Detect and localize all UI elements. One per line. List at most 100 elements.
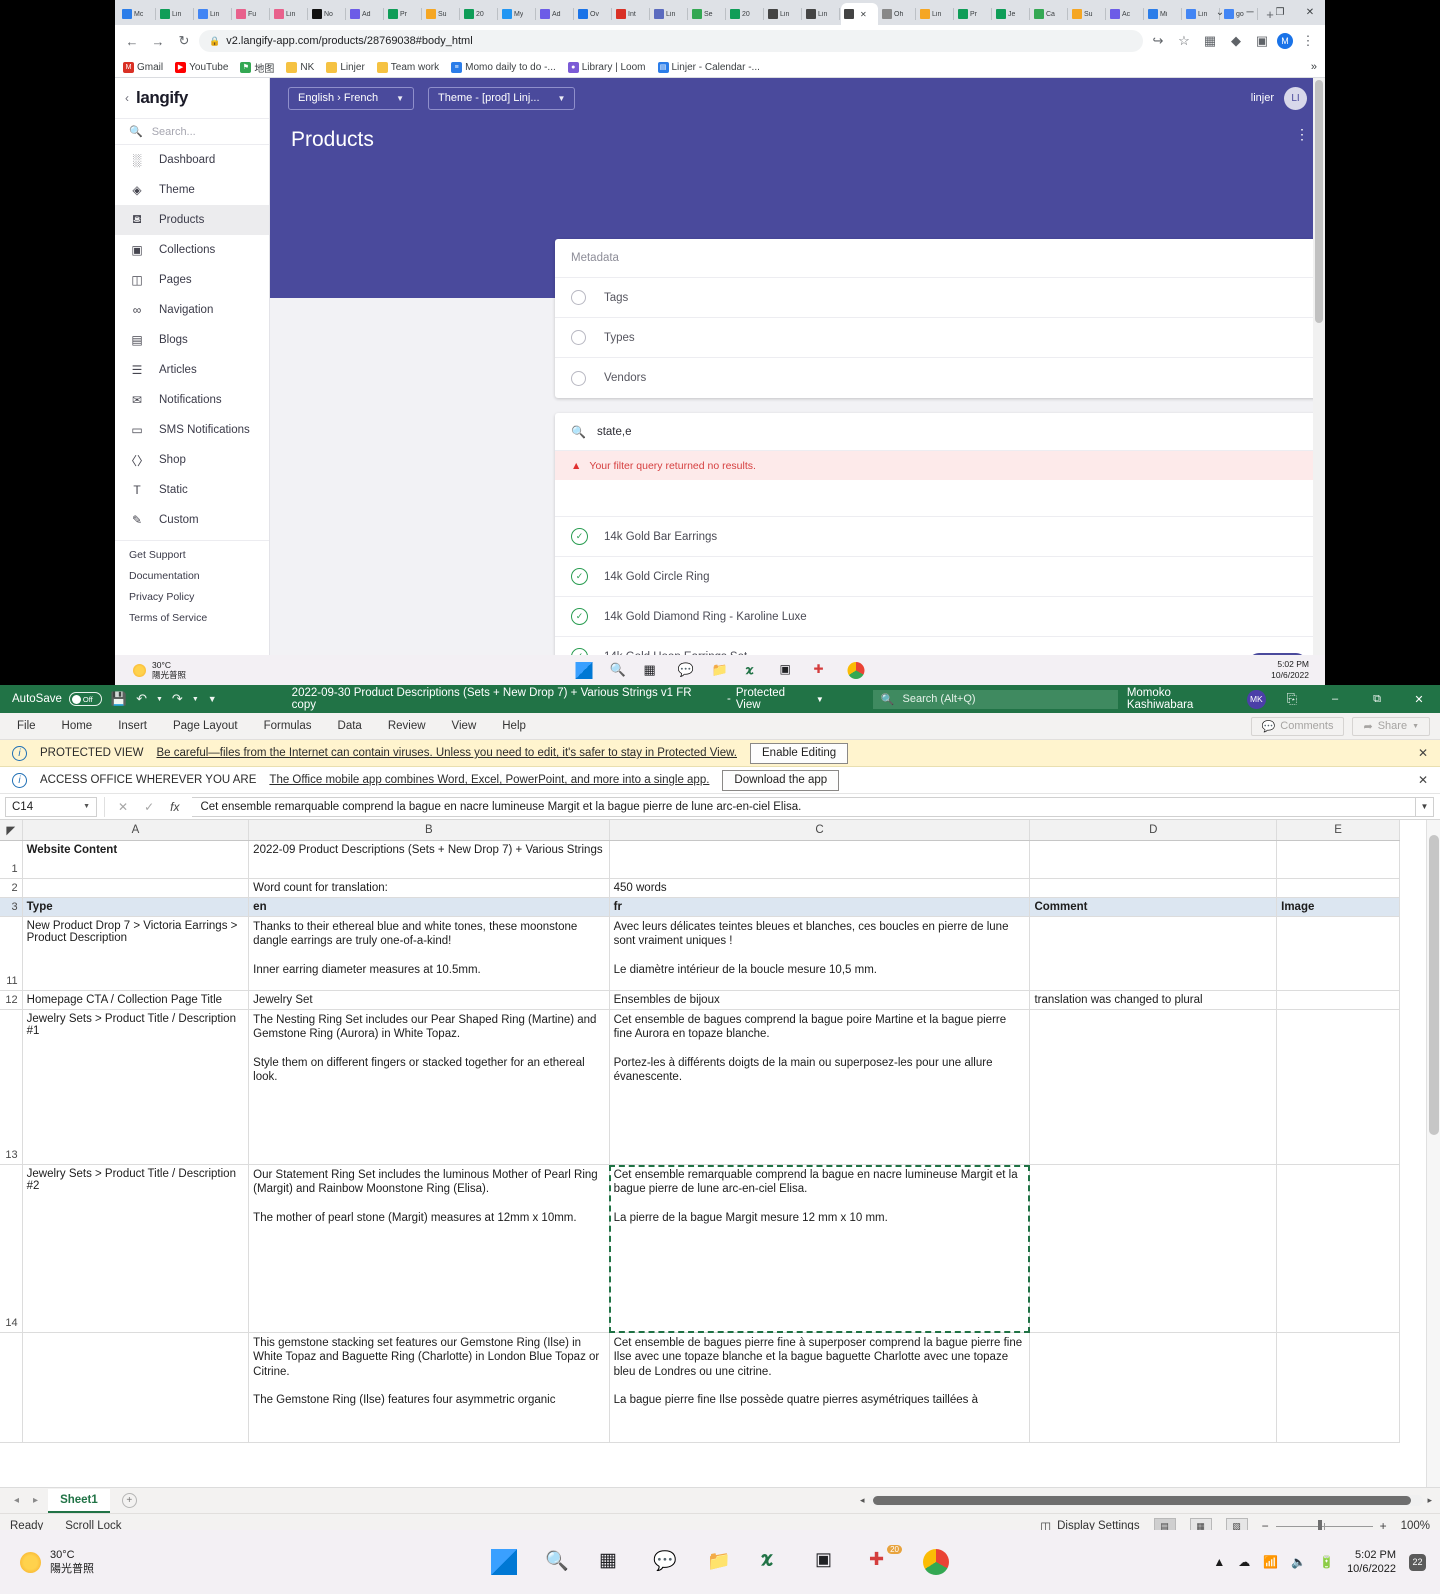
bookmark-item[interactable]: Linjer bbox=[326, 61, 365, 73]
browser-tab[interactable]: Lin bbox=[157, 3, 194, 25]
formula-input[interactable]: Cet ensemble remarquable comprend la bag… bbox=[192, 796, 1416, 817]
extension-puzzle-icon[interactable]: ▦ bbox=[1199, 30, 1221, 52]
cell-D[interactable] bbox=[1029, 1332, 1278, 1443]
protected-view-status[interactable]: - Protected View ▼ bbox=[727, 687, 824, 711]
previous-sheet-icon[interactable]: ◂ bbox=[10, 1495, 23, 1506]
horizontal-scrollbar-track[interactable] bbox=[868, 1495, 1424, 1506]
cell-B12[interactable]: Jewelry Set bbox=[248, 990, 610, 1010]
bookmark-item[interactable]: ≡ Momo daily to do -... bbox=[451, 61, 556, 73]
browser-minimize-button[interactable]: ─ bbox=[1235, 0, 1265, 25]
browser-tab-list-icon[interactable]: ⌄ bbox=[1205, 0, 1235, 25]
undo-icon[interactable]: ↶ bbox=[136, 691, 147, 707]
browser-tab[interactable]: Su bbox=[1069, 3, 1106, 25]
cell-D3[interactable]: Comment bbox=[1029, 897, 1278, 917]
excel-account[interactable]: Momoko Kashiwabara MK bbox=[1127, 687, 1270, 711]
back-icon[interactable]: ← bbox=[121, 30, 143, 52]
app-icon[interactable]: ✚ bbox=[814, 662, 831, 679]
ribbon-tab-formulas[interactable]: Formulas bbox=[261, 720, 315, 732]
address-bar[interactable]: 🔒 v2.langify-app.com/products/28769038#b… bbox=[199, 30, 1143, 52]
browser-tab[interactable]: Su bbox=[423, 3, 460, 25]
browser-tab[interactable]: Mi bbox=[1145, 3, 1182, 25]
cell-E1[interactable] bbox=[1276, 840, 1400, 879]
file-explorer-icon[interactable]: 📁 bbox=[712, 662, 729, 679]
language-pair-selector[interactable]: English › French ▼ bbox=[288, 86, 415, 110]
filter-input-value[interactable]: state,e bbox=[597, 426, 632, 438]
chrome-icon[interactable] bbox=[923, 1549, 949, 1575]
metadata-row-tags[interactable]: Tags∨ bbox=[555, 278, 1325, 318]
cell-A13[interactable]: Jewelry Sets > Product Title / Descripti… bbox=[22, 1009, 250, 1165]
chrome-icon[interactable] bbox=[847, 661, 865, 679]
browser-tab[interactable]: Lin bbox=[803, 3, 840, 25]
browser-tab[interactable]: Ac bbox=[1107, 3, 1144, 25]
sidebar-item-custom[interactable]: ✎ Custom bbox=[115, 505, 269, 535]
sidebar-item-navigation[interactable]: ∞ Navigation bbox=[115, 295, 269, 325]
cell-B2[interactable]: Word count for translation: bbox=[248, 878, 610, 898]
search-icon[interactable]: 🔍 bbox=[545, 1549, 571, 1575]
collapse-sidebar-icon[interactable]: ‹ bbox=[125, 91, 129, 105]
notion-icon[interactable]: ▣ bbox=[780, 662, 797, 679]
cell-A1[interactable]: Website Content bbox=[22, 840, 250, 879]
bookmark-item[interactable]: NK bbox=[286, 61, 314, 73]
bookmark-item[interactable]: ▤ Linjer - Calendar -... bbox=[657, 61, 760, 73]
column-header-b[interactable]: B bbox=[248, 820, 610, 841]
footer-link-privacy-policy[interactable]: Privacy Policy bbox=[129, 591, 269, 603]
reload-icon[interactable]: ↻ bbox=[173, 30, 195, 52]
cell-C13[interactable]: Cet ensemble de bagues comprend la bague… bbox=[609, 1009, 1031, 1165]
scroll-left-icon[interactable]: ◂ bbox=[860, 1495, 865, 1506]
enable-editing-button[interactable]: Enable Editing bbox=[750, 742, 849, 764]
metadata-row-vendors[interactable]: Vendors∨ bbox=[555, 358, 1325, 398]
row-header[interactable]: 1 bbox=[0, 840, 23, 879]
extension-icon-2[interactable]: ◆ bbox=[1225, 30, 1247, 52]
wifi-icon[interactable]: 📶 bbox=[1263, 1555, 1278, 1569]
row-header[interactable]: 13 bbox=[0, 1009, 23, 1165]
comments-button[interactable]: 💬 Comments bbox=[1250, 716, 1345, 736]
cell-D14[interactable] bbox=[1029, 1164, 1278, 1333]
cell-E2[interactable] bbox=[1276, 878, 1400, 898]
insert-function-icon[interactable]: fx bbox=[170, 800, 179, 814]
scroll-right-icon[interactable]: ▸ bbox=[1427, 1495, 1432, 1506]
sidebar-item-pages[interactable]: ◫ Pages bbox=[115, 265, 269, 295]
browser-tab[interactable]: Ad bbox=[537, 3, 574, 25]
cell-B1[interactable]: 2022-09 Product Descriptions (Sets + New… bbox=[248, 840, 610, 879]
sidebar-item-articles[interactable]: ☰ Articles bbox=[115, 355, 269, 385]
browser-tab[interactable]: Lin bbox=[271, 3, 308, 25]
add-sheet-button[interactable]: + bbox=[121, 1493, 137, 1508]
page-scrollbar-thumb[interactable] bbox=[1315, 80, 1323, 323]
redo-icon[interactable]: ↷ bbox=[172, 691, 183, 707]
browser-close-button[interactable]: ✕ bbox=[1295, 0, 1325, 25]
bookmark-item[interactable]: ▶ YouTube bbox=[175, 61, 228, 73]
bookmark-item[interactable]: ⚑ 地图 bbox=[240, 60, 274, 75]
task-view-icon[interactable]: ▦ bbox=[644, 662, 661, 679]
sidebar-item-collections[interactable]: ▣ Collections bbox=[115, 235, 269, 265]
browser-menu-icon[interactable]: ⋮ bbox=[1297, 30, 1319, 52]
undo-dropdown-icon[interactable]: ▼ bbox=[156, 696, 163, 703]
browser-maximize-button[interactable]: ❐ bbox=[1265, 0, 1295, 25]
excel-restore-button[interactable]: ⧉ bbox=[1356, 685, 1398, 713]
confirm-formula-icon[interactable]: ✓ bbox=[144, 800, 154, 814]
cancel-formula-icon[interactable]: ✕ bbox=[118, 800, 128, 814]
browser-tab[interactable]: Lin bbox=[765, 3, 802, 25]
footer-link-documentation[interactable]: Documentation bbox=[129, 570, 269, 582]
ribbon-tab-home[interactable]: Home bbox=[59, 720, 96, 732]
battery-icon[interactable]: 🔋 bbox=[1319, 1555, 1334, 1569]
browser-tab[interactable]: My bbox=[499, 3, 536, 25]
browser-tab[interactable]: Lin bbox=[195, 3, 232, 25]
horizontal-scrollbar[interactable]: ◂ ▸ bbox=[860, 1495, 1440, 1506]
browser-tab[interactable]: Se bbox=[689, 3, 726, 25]
sidebar-item-shop[interactable]: 〈〉 Shop bbox=[115, 445, 269, 475]
column-header-d[interactable]: D bbox=[1029, 820, 1278, 841]
excel-search-box[interactable]: 🔍 Search (Alt+Q) bbox=[872, 689, 1118, 709]
cell-E3[interactable]: Image bbox=[1276, 897, 1400, 917]
sheet-tab-sheet1[interactable]: Sheet1 bbox=[48, 1488, 110, 1513]
browser-tab[interactable]: Oh bbox=[879, 3, 916, 25]
cell-B14[interactable]: Our Statement Ring Set includes the lumi… bbox=[248, 1164, 610, 1333]
next-sheet-icon[interactable]: ▸ bbox=[29, 1495, 42, 1506]
browser-tab[interactable]: Ca bbox=[1031, 3, 1068, 25]
browser-tab[interactable]: Lin bbox=[917, 3, 954, 25]
ribbon-tab-view[interactable]: View bbox=[449, 720, 480, 732]
cell-C2[interactable]: 450 words bbox=[609, 878, 1031, 898]
redo-dropdown-icon[interactable]: ▼ bbox=[192, 696, 199, 703]
cell-E12[interactable] bbox=[1276, 990, 1400, 1010]
ribbon-tab-page-layout[interactable]: Page Layout bbox=[170, 720, 241, 732]
cell-C1[interactable] bbox=[609, 840, 1031, 879]
